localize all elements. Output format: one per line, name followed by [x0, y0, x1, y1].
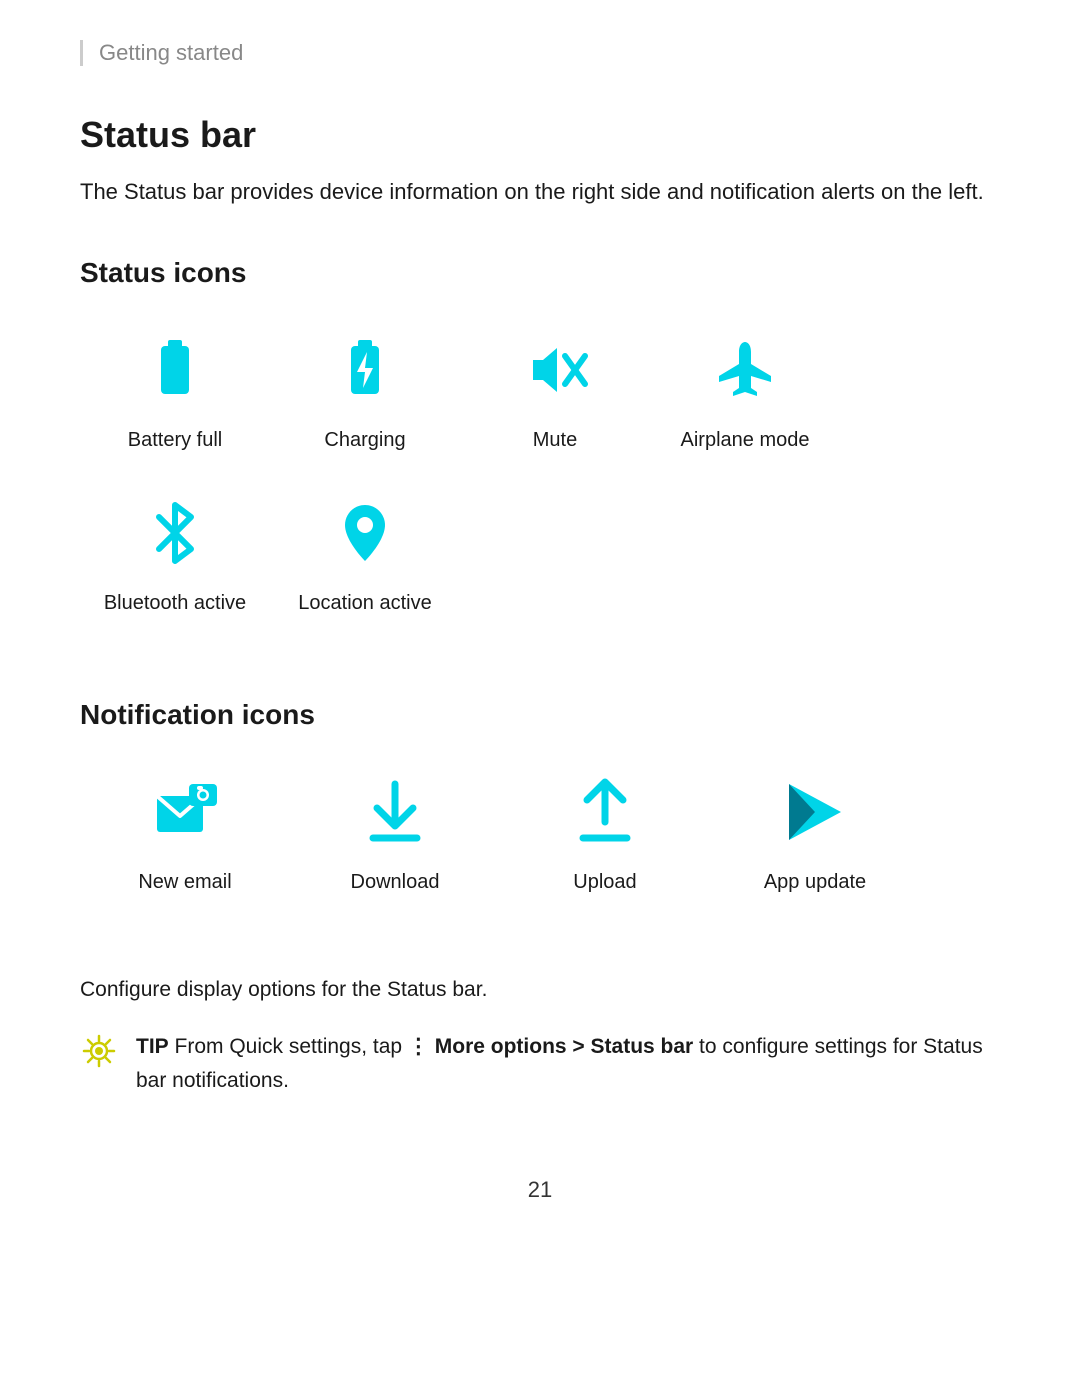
- list-item: Download: [290, 767, 500, 894]
- status-icons-grid: Battery full Charging Mute: [80, 325, 1000, 651]
- battery-full-label: Battery full: [128, 429, 222, 452]
- page-number: 21: [80, 1177, 1000, 1203]
- tip-text: TIP From Quick settings, tap ⋮ More opti…: [136, 1030, 1000, 1097]
- notification-icons-heading: Notification icons: [80, 699, 1000, 731]
- app-update-label: App update: [764, 871, 866, 894]
- new-email-label: New email: [138, 871, 231, 894]
- download-icon: [350, 767, 440, 857]
- mute-icon: [510, 325, 600, 415]
- list-item: Airplane mode: [650, 325, 840, 452]
- status-icons-heading: Status icons: [80, 257, 1000, 289]
- list-item: New email: [80, 767, 290, 894]
- list-item: App update: [710, 767, 920, 894]
- tip-bold: More options > Status bar: [435, 1035, 693, 1058]
- tip-box: TIP From Quick settings, tap ⋮ More opti…: [80, 1030, 1000, 1097]
- bluetooth-active-icon: [130, 488, 220, 578]
- configure-text: Configure display options for the Status…: [80, 978, 1000, 1002]
- battery-full-icon: [130, 325, 220, 415]
- app-update-icon: [770, 767, 860, 857]
- list-item: Mute: [460, 325, 650, 452]
- download-label: Download: [351, 871, 440, 894]
- airplane-mode-label: Airplane mode: [681, 429, 810, 452]
- mute-label: Mute: [533, 429, 577, 452]
- list-item: Location active: [270, 488, 460, 615]
- tip-label: TIP: [136, 1035, 169, 1058]
- list-item: Upload: [500, 767, 710, 894]
- list-item: Battery full: [80, 325, 270, 452]
- charging-icon: [320, 325, 410, 415]
- intro-text: The Status bar provides device informati…: [80, 174, 1000, 209]
- airplane-mode-icon: [700, 325, 790, 415]
- page-title: Status bar: [80, 114, 1000, 156]
- tip-dots: ⋮: [408, 1035, 429, 1058]
- notification-icons-grid: New email Download Upload: [80, 767, 1000, 930]
- new-email-icon: [140, 767, 230, 857]
- list-item: Bluetooth active: [80, 488, 270, 615]
- upload-label: Upload: [573, 871, 636, 894]
- upload-icon: [560, 767, 650, 857]
- tip-icon: [80, 1032, 118, 1070]
- tip-text-before: From Quick settings, tap: [169, 1035, 408, 1058]
- list-item: Charging: [270, 325, 460, 452]
- location-active-label: Location active: [298, 592, 431, 615]
- breadcrumb: Getting started: [80, 40, 1000, 66]
- location-active-icon: [320, 488, 410, 578]
- charging-label: Charging: [324, 429, 405, 452]
- bluetooth-active-label: Bluetooth active: [104, 592, 246, 615]
